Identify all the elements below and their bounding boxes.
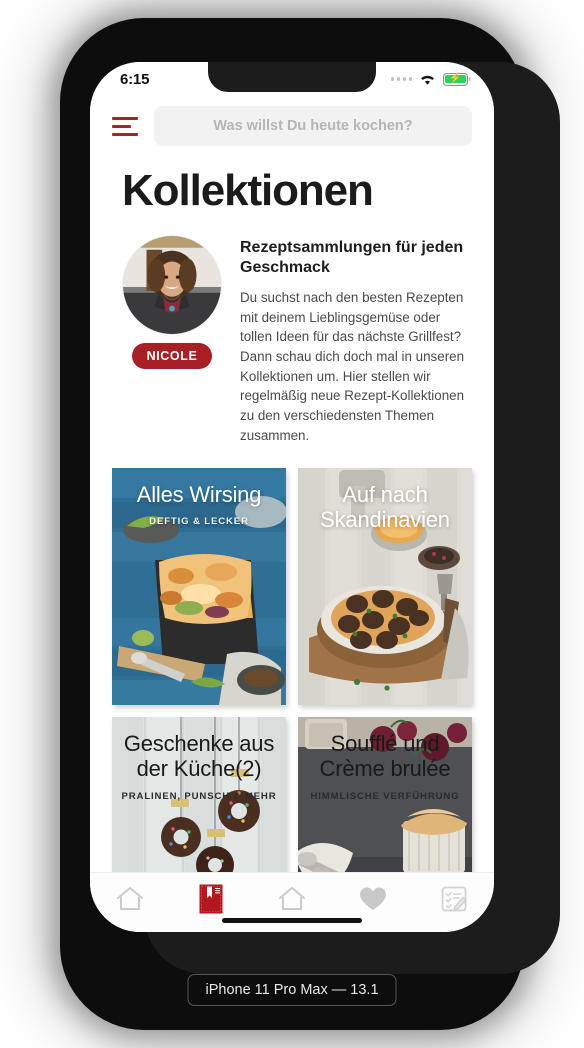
collection-card-title: Alles Wirsing bbox=[136, 481, 262, 507]
screenshot-stage: 6:15 ⚡ Was willst Du heute kochen? Kolle… bbox=[0, 0, 584, 1048]
home-indicator bbox=[222, 918, 362, 923]
intro-section: NICOLE Rezeptsammlungen für jeden Geschm… bbox=[90, 220, 494, 446]
collection-card-text: Geschenke aus der Küche(2) PRALINEN, PUN… bbox=[112, 731, 286, 802]
avatar bbox=[123, 236, 221, 334]
tab-home-secondary[interactable] bbox=[252, 881, 333, 917]
collection-card-subtitle: HIMMLISCHE VERFÜHRUNG bbox=[310, 790, 460, 802]
author-block: NICOLE bbox=[120, 236, 224, 446]
collection-card-text: Alles Wirsing DEFTIG & LECKER bbox=[112, 482, 286, 528]
home-icon bbox=[278, 887, 305, 910]
search-placeholder: Was willst Du heute kochen? bbox=[213, 118, 413, 134]
tab-cookbook[interactable] bbox=[171, 881, 252, 917]
battery-charging-icon: ⚡ bbox=[443, 72, 468, 86]
tab-favorites[interactable] bbox=[332, 881, 413, 917]
collections-grid: Alles Wirsing DEFTIG & LECKER Auf nach S… bbox=[90, 446, 494, 872]
author-name-badge: NICOLE bbox=[131, 343, 213, 369]
status-time: 6:15 bbox=[120, 70, 150, 88]
app-header: Was willst Du heute kochen? bbox=[90, 96, 494, 156]
tab-bar bbox=[90, 872, 494, 932]
intro-heading: Rezeptsammlungen für jeden Geschmack bbox=[240, 239, 464, 277]
device-label: iPhone 11 Pro Max — 13.1 bbox=[187, 974, 397, 1006]
search-input[interactable]: Was willst Du heute kochen? bbox=[154, 106, 472, 146]
collection-card-title: Soufflé und Crème brulée bbox=[319, 730, 451, 782]
collection-card-title: Auf nach Skandinavien bbox=[320, 481, 450, 533]
phone-screen: 6:15 ⚡ Was willst Du heute kochen? Kolle… bbox=[90, 62, 494, 932]
hamburger-menu-icon[interactable] bbox=[112, 116, 140, 136]
collection-card[interactable]: Geschenke aus der Küche(2) PRALINEN, PUN… bbox=[112, 716, 286, 872]
home-icon bbox=[117, 887, 144, 910]
status-indicators: ⚡ bbox=[390, 72, 468, 86]
screen-notch bbox=[208, 62, 376, 92]
intro-text-block: Rezeptsammlungen für jeden Geschmack Du … bbox=[240, 236, 470, 446]
checklist-edit-icon bbox=[441, 886, 467, 912]
cookbook-icon bbox=[199, 884, 223, 914]
collection-card-text: Auf nach Skandinavien bbox=[298, 482, 472, 542]
signal-dots-icon bbox=[390, 77, 412, 81]
page-title: Kollektionen bbox=[122, 166, 374, 215]
collection-card-title: Geschenke aus der Küche(2) bbox=[123, 730, 275, 782]
collection-card[interactable]: Auf nach Skandinavien bbox=[298, 467, 472, 705]
collection-card[interactable]: Soufflé und Crème brulée HIMMLISCHE VERF… bbox=[298, 716, 472, 872]
collection-card-subtitle: PRALINEN, PUNSCH & MEHR bbox=[121, 790, 277, 802]
wifi-icon bbox=[421, 75, 434, 85]
intro-body: Du suchst nach den besten Rezepten mit d… bbox=[240, 289, 465, 443]
tab-home[interactable] bbox=[90, 881, 171, 917]
heart-icon bbox=[359, 887, 386, 910]
collection-card-text: Soufflé und Crème brulée HIMMLISCHE VERF… bbox=[298, 731, 472, 802]
page-content[interactable]: Kollektionen NICOLE Rezeptsammlungen für… bbox=[90, 156, 494, 872]
collection-card-subtitle: DEFTIG & LECKER bbox=[149, 516, 249, 528]
collection-card[interactable]: Alles Wirsing DEFTIG & LECKER bbox=[112, 467, 286, 705]
tab-shopping-list[interactable] bbox=[413, 881, 494, 917]
